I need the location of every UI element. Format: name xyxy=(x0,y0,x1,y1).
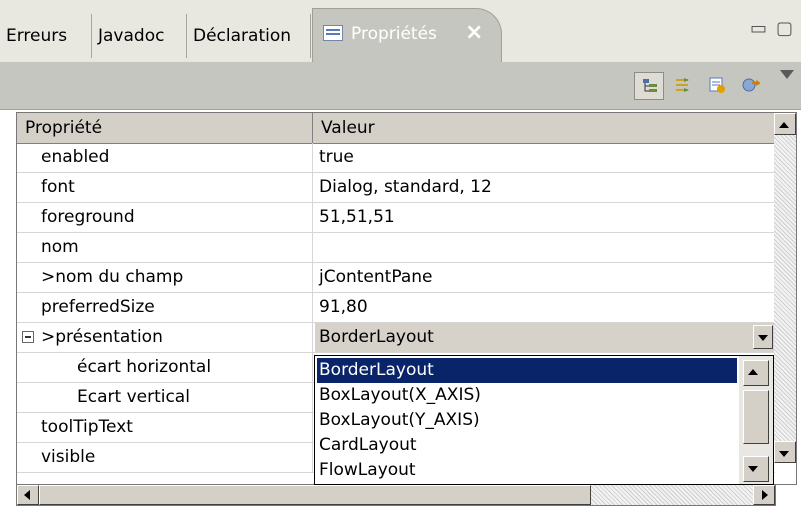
view-menu-icon[interactable] xyxy=(780,70,794,79)
show-categories-button[interactable] xyxy=(634,72,664,100)
chevron-left-icon xyxy=(24,490,30,500)
filter-icon xyxy=(742,78,760,92)
dropdown-scroll-down-button[interactable] xyxy=(743,456,769,482)
chevron-up-icon xyxy=(748,369,758,375)
table-row[interactable]: foreground 51,51,51 xyxy=(17,203,775,233)
maximize-icon[interactable]: ▢ xyxy=(776,18,793,39)
combo-value[interactable]: BorderLayout xyxy=(315,323,775,352)
restore-default-icon xyxy=(709,77,725,93)
scroll-down-button[interactable] xyxy=(774,441,796,463)
dropdown-option[interactable]: CardLayout xyxy=(317,433,737,458)
property-name: font xyxy=(17,173,313,202)
property-name: >nom du champ xyxy=(17,263,313,292)
restore-default-button[interactable] xyxy=(702,72,732,100)
filter-button[interactable] xyxy=(736,72,766,100)
property-name: foreground xyxy=(17,203,313,232)
view-toolbar xyxy=(0,62,801,110)
tab-declaration[interactable]: Déclaration xyxy=(187,14,311,58)
horizontal-scrollbar[interactable] xyxy=(16,484,776,506)
combo-dropdown-button[interactable] xyxy=(753,325,773,349)
dropdown-option[interactable]: FlowLayout xyxy=(317,458,737,483)
show-advanced-button[interactable] xyxy=(668,72,698,100)
table-row[interactable]: >nom du champ jContentPane xyxy=(17,263,775,293)
property-name: enabled xyxy=(17,143,313,172)
property-name: toolTipText xyxy=(17,413,313,442)
property-name: visible xyxy=(17,443,313,472)
tab-proprietes[interactable]: Propriétés × xyxy=(312,8,502,62)
table-row[interactable]: enabled true xyxy=(17,143,775,173)
tab-proprietes-label: Propriétés xyxy=(351,24,437,44)
property-name: nom xyxy=(17,233,313,262)
property-value[interactable]: 91,80 xyxy=(315,293,775,322)
property-value[interactable]: Dialog, standard, 12 xyxy=(315,173,775,202)
dropdown-scroll-thumb[interactable] xyxy=(743,390,769,444)
chevron-down-icon xyxy=(748,466,758,472)
scroll-up-button[interactable] xyxy=(774,113,796,135)
vertical-scrollbar[interactable] xyxy=(774,113,796,463)
dropdown-option[interactable]: BoxLayout(X_AXIS) xyxy=(317,383,737,408)
dropdown-option[interactable]: BorderLayout xyxy=(317,358,737,383)
property-name: Ecart vertical xyxy=(17,383,313,412)
column-header-value[interactable]: Valeur xyxy=(313,113,775,143)
table-row-presentation[interactable]: >présentation BorderLayout xyxy=(17,323,775,353)
property-name: preferredSize xyxy=(17,293,313,322)
horizontal-scroll-thumb[interactable] xyxy=(39,485,591,505)
table-row[interactable]: nom xyxy=(17,233,775,263)
table-header: Propriété Valeur xyxy=(17,113,775,144)
chevron-up-icon xyxy=(779,122,789,128)
dropdown-option[interactable]: BoxLayout(Y_AXIS) xyxy=(317,408,737,433)
property-name: écart horizontal xyxy=(17,353,313,382)
layout-dropdown-list[interactable]: BorderLayout BoxLayout(X_AXIS) BoxLayout… xyxy=(314,355,774,485)
scroll-left-button[interactable] xyxy=(17,485,39,505)
property-value[interactable]: true xyxy=(315,143,775,172)
tab-javadoc[interactable]: Javadoc xyxy=(92,14,187,58)
chevron-right-icon xyxy=(762,490,768,500)
dropdown-scroll-up-button[interactable] xyxy=(743,360,769,386)
tab-bar: Erreurs Javadoc Déclaration Propriétés ×… xyxy=(0,0,801,62)
tab-erreurs[interactable]: Erreurs xyxy=(0,14,92,58)
close-icon[interactable]: × xyxy=(465,20,483,46)
show-advanced-icon xyxy=(676,78,689,92)
table-row[interactable]: font Dialog, standard, 12 xyxy=(17,173,775,203)
property-value[interactable]: jContentPane xyxy=(315,263,775,292)
scroll-right-button[interactable] xyxy=(753,485,775,505)
property-value[interactable] xyxy=(315,233,775,262)
chevron-down-icon xyxy=(758,335,768,341)
property-name: >présentation xyxy=(17,323,313,352)
properties-view: Erreurs Javadoc Déclaration Propriétés ×… xyxy=(0,0,801,511)
show-categories-icon xyxy=(643,79,657,92)
minimize-icon[interactable]: ▭ xyxy=(750,18,767,39)
dropdown-scrollbar[interactable] xyxy=(739,356,773,484)
chevron-down-icon xyxy=(779,451,789,457)
property-value[interactable]: 51,51,51 xyxy=(315,203,775,232)
properties-icon xyxy=(323,25,343,41)
column-header-property[interactable]: Propriété xyxy=(17,113,313,143)
table-row[interactable]: preferredSize 91,80 xyxy=(17,293,775,323)
